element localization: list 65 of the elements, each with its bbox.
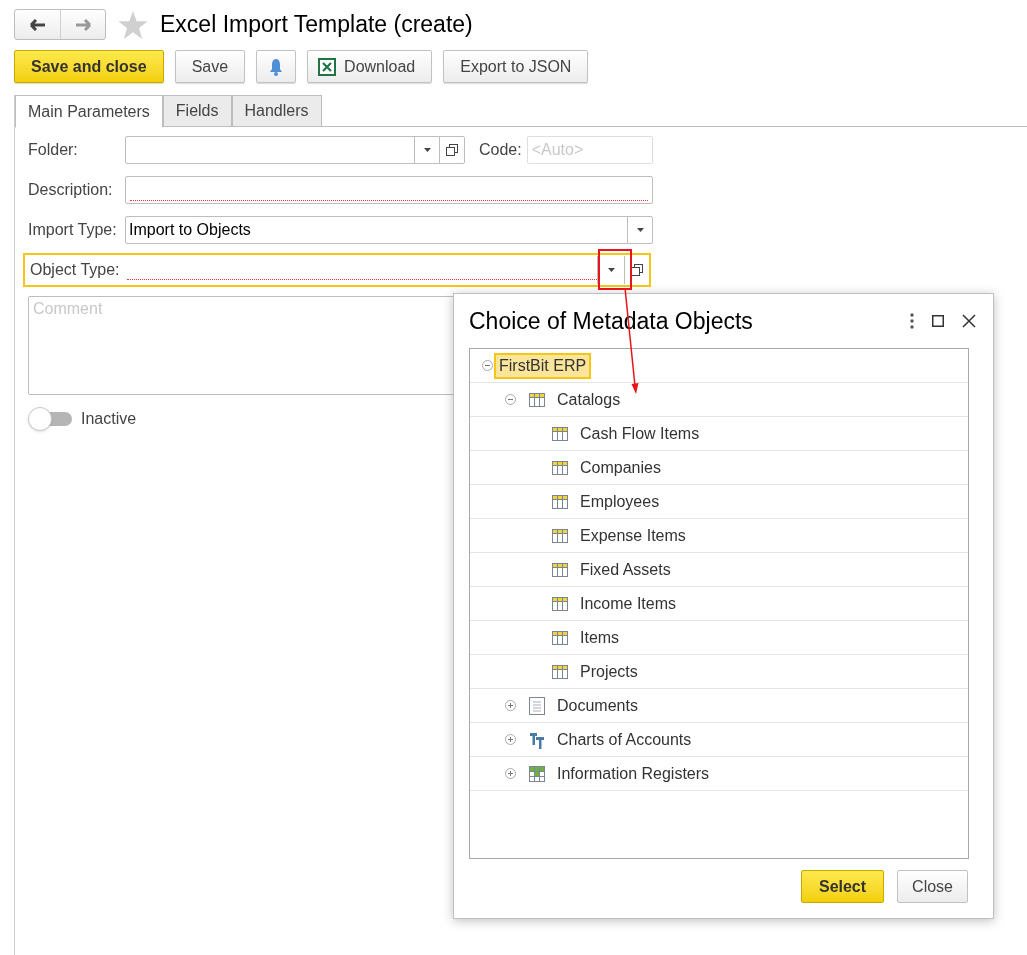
letters-t-icon [529, 730, 545, 749]
tree-item[interactable]: FirstBit ERP [494, 352, 592, 379]
tree-item[interactable]: Expense Items [575, 524, 691, 547]
export-button[interactable]: Export to JSON [443, 50, 589, 83]
tree-item[interactable]: Income Items [575, 592, 682, 615]
notification-button[interactable] [256, 50, 297, 83]
table-icon [529, 392, 545, 407]
select-button[interactable]: Select [800, 870, 885, 903]
highlight-frame [598, 249, 632, 290]
tree-item[interactable]: Cash Flow Items [575, 422, 705, 445]
maximize-icon[interactable] [932, 315, 944, 327]
open-window-icon [446, 144, 458, 156]
table-icon [552, 664, 568, 679]
object-type-field[interactable]: Object Type: [23, 253, 651, 287]
table-icon [552, 630, 568, 645]
expand-icon[interactable] [505, 768, 516, 779]
field-label: Code: [479, 140, 522, 160]
download-button[interactable]: Download [307, 50, 433, 83]
dropdown-arrow-icon [607, 268, 615, 272]
more-options-icon[interactable] [910, 313, 914, 329]
close-icon[interactable] [962, 314, 976, 328]
tree-item[interactable]: Employees [575, 490, 665, 513]
right-arrow-icon [75, 18, 91, 31]
field-label: Object Type: [30, 260, 121, 280]
table-icon [552, 596, 568, 611]
window-title: Excel Import Template (create) [160, 10, 473, 40]
dropdown-arrow-icon [423, 148, 431, 152]
save-button[interactable]: Save [174, 50, 246, 83]
register-icon [529, 765, 545, 782]
field-label: Description: [28, 180, 114, 200]
table-icon [552, 460, 568, 475]
field-label: Folder: [28, 140, 79, 160]
tree-item[interactable]: Charts of Accounts [552, 728, 697, 751]
table-icon [552, 528, 568, 543]
expand-icon[interactable] [505, 734, 516, 745]
field-label: Import Type: [28, 220, 118, 240]
tree-item[interactable]: Projects [575, 660, 643, 683]
tree-item[interactable]: Companies [575, 456, 666, 479]
tree-item[interactable]: Information Registers [552, 762, 715, 785]
open-window-icon [631, 264, 643, 276]
import-type-field[interactable]: Import to Objects [125, 216, 653, 244]
collapse-icon[interactable] [482, 360, 493, 371]
left-arrow-icon [29, 18, 46, 31]
tree-item[interactable]: Documents [552, 694, 643, 717]
star-icon[interactable] [118, 10, 148, 39]
toggle-label: Inactive [81, 409, 137, 429]
tab[interactable]: Fields [162, 95, 232, 127]
description-field[interactable] [125, 176, 653, 204]
expand-icon[interactable] [505, 700, 516, 711]
tree-item[interactable]: Items [575, 626, 625, 649]
dropdown-arrow-icon [636, 228, 644, 232]
save-and-close-button[interactable]: Save and close [14, 50, 164, 83]
table-icon [552, 562, 568, 577]
close-button[interactable]: Close [897, 870, 968, 903]
bell-icon [268, 57, 285, 76]
excel-icon [318, 57, 337, 76]
tab[interactable]: Handlers [231, 95, 322, 127]
document-icon [529, 696, 545, 715]
tab[interactable]: Main Parameters [15, 95, 163, 128]
table-icon [552, 426, 568, 441]
toggle-switch[interactable] [28, 409, 72, 429]
collapse-icon[interactable] [505, 394, 516, 405]
folder-field[interactable] [125, 136, 465, 164]
table-icon [552, 494, 568, 509]
tree-item[interactable]: Fixed Assets [575, 558, 676, 581]
